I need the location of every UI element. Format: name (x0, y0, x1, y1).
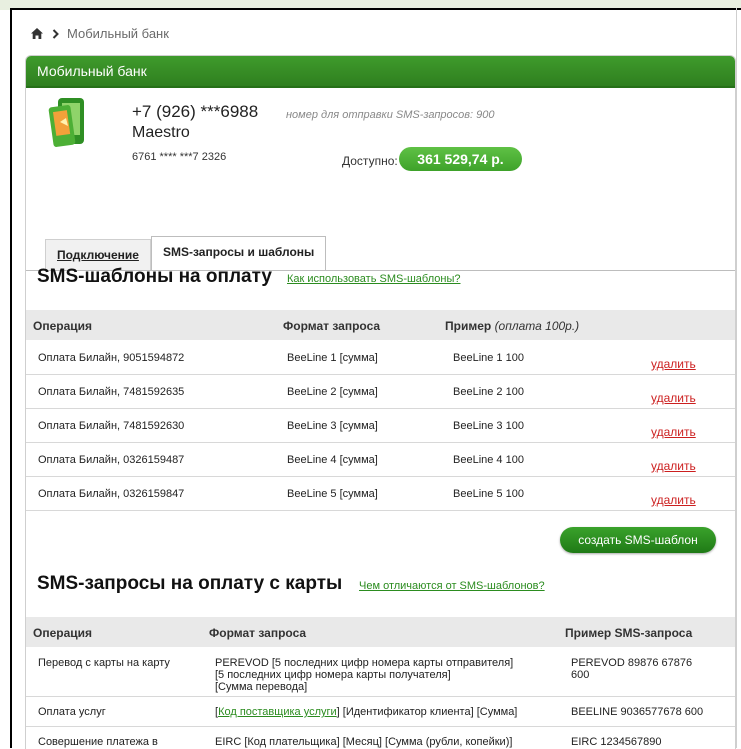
templates-table-header: Операция Формат запроса Пример (оплата 1… (26, 310, 735, 340)
requests-help-link[interactable]: Чем отличаются от SMS-шаблонов? (359, 580, 545, 592)
row-format: [Код поставщика услуги] [Идентификатор к… (215, 706, 518, 718)
delete-link[interactable]: удалить (651, 459, 696, 473)
provider-code-link[interactable]: Код поставщика услуги (218, 706, 337, 718)
table-row: Оплата Билайн, 9051594872 BeeLine 1 [сум… (26, 341, 735, 375)
header-format: Формат запроса (209, 626, 307, 640)
row-format: PEREVOD [5 последних цифр номера карты о… (215, 657, 514, 693)
row-operation: Оплата Билайн, 0326159487 (38, 454, 185, 466)
row-operation: Совершение платежа в (38, 736, 158, 748)
row-example: BeeLine 1 100 (453, 352, 524, 364)
templates-title: SMS-шаблоны на оплату (37, 266, 272, 287)
row-example: PEREVOD 89876 67876 600 (571, 657, 693, 681)
available-label: Доступно: (342, 154, 398, 168)
panel-title: Мобильный банк (26, 56, 735, 88)
table-row: Совершение платежа в EIRC [Код плательщи… (26, 727, 735, 749)
chevron-right-icon (52, 28, 59, 39)
header-example: Пример SMS-запроса (565, 626, 693, 640)
requests-title: SMS-запросы на оплату с карты (37, 573, 343, 594)
row-format: BeeLine 2 [сумма] (287, 386, 378, 398)
table-row: Оплата Билайн, 0326159847 BeeLine 5 [сум… (26, 477, 735, 511)
table-row: Перевод с карты на карту PEREVOD [5 посл… (26, 648, 735, 697)
header-format: Формат запроса (283, 319, 381, 333)
templates-help-link[interactable]: Как использовать SMS-шаблоны? (287, 273, 461, 285)
card-name: Maestro (132, 124, 190, 141)
create-sms-template-button[interactable]: создать SMS-шаблон (560, 527, 716, 553)
header-example: Пример (оплата 100р.) (445, 319, 580, 333)
account-info: +7 (926) ***6988 номер для отправки SMS-… (26, 88, 735, 288)
row-operation: Оплата услуг (38, 706, 106, 718)
row-operation: Оплата Билайн, 0326159847 (38, 488, 185, 500)
header-operation: Операция (33, 626, 93, 640)
phone-number: +7 (926) ***6988 (132, 102, 259, 121)
delete-link[interactable]: удалить (651, 357, 696, 371)
breadcrumb-current: Мобильный банк (67, 26, 169, 41)
delete-link[interactable]: удалить (651, 425, 696, 439)
row-operation: Оплата Билайн, 9051594872 (38, 352, 185, 364)
window-left-frame (10, 8, 12, 748)
delete-link[interactable]: удалить (651, 391, 696, 405)
row-format: BeeLine 4 [сумма] (287, 454, 378, 466)
mobile-bank-panel: Мобильный банк +7 (926) ***6988 номер дл… (25, 55, 736, 749)
row-format: BeeLine 3 [сумма] (287, 420, 378, 432)
available-balance-badge: 361 529,74 р. (399, 147, 522, 171)
mobile-phone-icon (48, 98, 84, 147)
row-example: BeeLine 3 100 (453, 420, 524, 432)
row-operation: Оплата Билайн, 7481592630 (38, 420, 185, 432)
row-example: EIRC 1234567890 (571, 736, 662, 748)
home-icon[interactable] (30, 27, 44, 40)
row-example: BEELINE 9036577678 600 (571, 706, 704, 718)
row-example: BeeLine 5 100 (453, 488, 524, 500)
window-right-frame (736, 8, 737, 748)
breadcrumb: Мобильный банк (30, 26, 169, 41)
row-format: EIRC [Код плательщика] [Месяц] [Сумма (р… (215, 736, 513, 748)
row-format: BeeLine 1 [сумма] (287, 352, 378, 364)
sms-number-hint: номер для отправки SMS-запросов: 900 (286, 109, 495, 121)
table-row: Оплата Билайн, 7481592630 BeeLine 3 [сум… (26, 409, 735, 443)
row-operation: Перевод с карты на карту (38, 657, 170, 669)
window-top-frame (0, 0, 741, 10)
table-row: Оплата Билайн, 0326159487 BeeLine 4 [сум… (26, 443, 735, 477)
row-example: BeeLine 4 100 (453, 454, 524, 466)
table-row: Оплата Билайн, 7481592635 BeeLine 2 [сум… (26, 375, 735, 409)
delete-link[interactable]: удалить (651, 493, 696, 507)
header-operation: Операция (33, 319, 93, 333)
card-number: 6761 **** ***7 2326 (132, 151, 227, 163)
requests-table-header: Операция Формат запроса Пример SMS-запро… (26, 617, 735, 647)
row-format: BeeLine 5 [сумма] (287, 488, 378, 500)
row-operation: Оплата Билайн, 7481592635 (38, 386, 185, 398)
table-row: Оплата услуг [Код поставщика услуги] [Ид… (26, 697, 735, 727)
row-example: BeeLine 2 100 (453, 386, 524, 398)
